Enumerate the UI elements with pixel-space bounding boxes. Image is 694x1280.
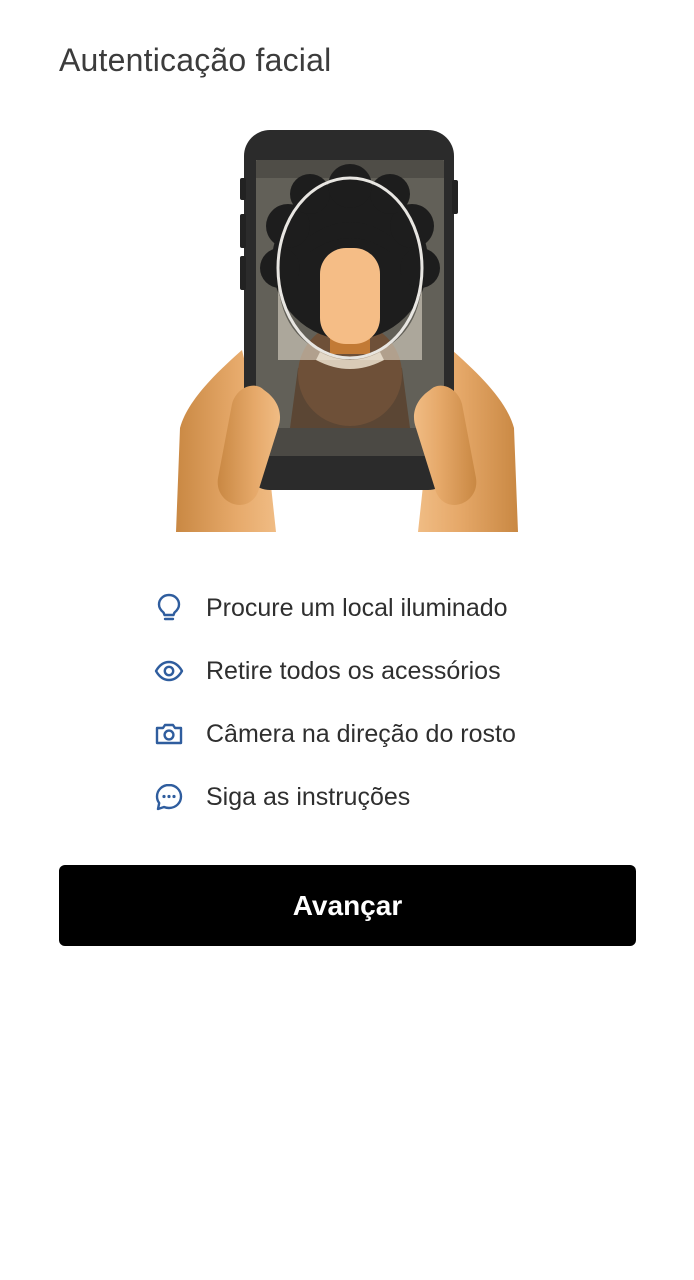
tip-item-lighting: Procure um local iluminado xyxy=(152,588,516,628)
tip-item-camera: Câmera na direção do rosto xyxy=(152,714,516,754)
page-title: Autenticação facial xyxy=(59,42,332,78)
face-authentication-illustration xyxy=(170,128,524,536)
eye-icon xyxy=(152,654,186,688)
camera-icon xyxy=(152,717,186,751)
chat-bubble-icon xyxy=(152,780,186,814)
lightbulb-icon xyxy=(152,591,186,625)
tip-item-instructions: Siga as instruções xyxy=(152,777,516,817)
tip-item-accessories: Retire todos os acessórios xyxy=(152,651,516,691)
tips-list: Procure um local iluminado Retire todos … xyxy=(152,588,516,840)
tip-label: Siga as instruções xyxy=(206,782,411,811)
tip-label: Câmera na direção do rosto xyxy=(206,719,516,748)
tip-label: Retire todos os acessórios xyxy=(206,656,501,685)
next-button[interactable]: Avançar xyxy=(59,865,636,946)
tip-label: Procure um local iluminado xyxy=(206,593,508,622)
